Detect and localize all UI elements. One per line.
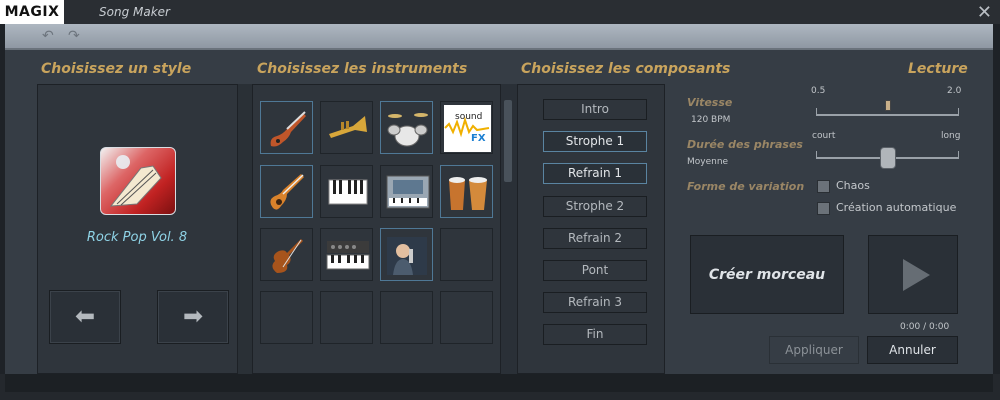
components-section-title: Choisissez les composants (521, 61, 731, 77)
component-intro[interactable]: Intro (543, 99, 647, 120)
instrument-slot-empty[interactable] (260, 291, 313, 344)
instrument-electric-guitar[interactable] (260, 101, 313, 154)
drum-kit-icon (387, 113, 428, 147)
instrument-slot-empty[interactable] (320, 291, 373, 344)
play-icon (903, 259, 930, 291)
status-strip (5, 374, 993, 392)
bongos-icon (449, 177, 487, 210)
instrument-acoustic-guitar[interactable] (260, 165, 313, 218)
instrument-slot-empty[interactable] (380, 291, 433, 344)
instrument-bongos[interactable] (440, 165, 493, 218)
instrument-trumpet[interactable] (320, 101, 373, 154)
next-style-button[interactable]: ➡ (157, 290, 229, 344)
instrument-synth-workstation[interactable] (380, 165, 433, 218)
arrow-right-icon: ➡ (182, 302, 204, 330)
instrument-scrollbar[interactable] (501, 84, 517, 374)
instrument-keyboard[interactable] (320, 165, 373, 218)
vocalist-icon (387, 237, 427, 275)
auto-create-label: Création automatique (836, 201, 957, 214)
synth-workstation-icon (386, 175, 430, 209)
time-display: 0:00 / 0:00 (900, 322, 950, 332)
phrase-length-value: Moyenne (687, 157, 729, 167)
svg-text:sound: sound (455, 112, 482, 122)
violin-icon (272, 239, 303, 273)
piano-synth-icon (326, 241, 370, 270)
tempo-slider-knob[interactable] (884, 100, 891, 111)
style-section-title: Choisissez un style (41, 61, 192, 77)
style-thumbnail[interactable] (100, 147, 176, 215)
phrase-min-label: court (812, 131, 836, 141)
trumpet-icon (329, 116, 367, 138)
instrument-sound-fx[interactable]: sound FX (440, 101, 493, 154)
component-refrain-3[interactable]: Refrain 3 (543, 292, 647, 313)
scrollbar-thumb[interactable] (504, 100, 512, 182)
playback-section-title: Lecture (908, 61, 968, 77)
tempo-min-label: 0.5 (811, 86, 826, 96)
instrument-drum-kit[interactable] (380, 101, 433, 154)
title-bar: MAGIX Song Maker ✕ (0, 0, 1000, 24)
sound-fx-icon: sound FX (444, 105, 491, 152)
instrument-piano-synth[interactable] (320, 228, 373, 281)
window-title: Song Maker (99, 5, 170, 19)
acoustic-guitar-icon (270, 174, 304, 210)
create-song-button[interactable]: Créer morceau (690, 235, 844, 314)
magix-logo: MAGIX (0, 0, 64, 24)
component-strophe-1[interactable]: Strophe 1 (543, 131, 647, 152)
electric-guitar-icon (270, 111, 306, 147)
component-refrain-1[interactable]: Refrain 1 (543, 163, 647, 184)
phrase-max-label: long (941, 131, 961, 141)
auto-create-checkbox[interactable] (817, 202, 830, 215)
instruments-section-title: Choisissez les instruments (257, 61, 468, 77)
arrow-left-icon: ⬅ (74, 302, 96, 330)
chaos-label: Chaos (836, 179, 870, 192)
panel-divider (238, 84, 252, 374)
cancel-button[interactable]: Annuler (867, 336, 958, 364)
instrument-slot-empty[interactable] (440, 291, 493, 344)
instrument-violin[interactable] (260, 228, 313, 281)
redo-icon[interactable]: ↷ (68, 29, 84, 43)
play-button[interactable] (868, 235, 958, 314)
chaos-checkbox[interactable] (817, 180, 830, 193)
component-refrain-2[interactable]: Refrain 2 (543, 228, 647, 249)
instrument-empty[interactable] (440, 228, 493, 281)
create-song-label: Créer morceau (708, 267, 826, 283)
previous-style-button[interactable]: ⬅ (49, 290, 121, 344)
close-icon[interactable]: ✕ (977, 2, 992, 23)
svg-text:FX: FX (471, 133, 486, 144)
component-fin[interactable]: Fin (543, 324, 647, 345)
phrase-length-label: Durée des phrases (687, 138, 803, 151)
instrument-vocalist[interactable] (380, 228, 433, 281)
component-strophe-2[interactable]: Strophe 2 (543, 196, 647, 217)
keyboard-icon (328, 179, 368, 205)
apply-button[interactable]: Appliquer (769, 336, 859, 364)
style-name: Rock Pop Vol. 8 (86, 230, 188, 245)
tempo-max-label: 2.0 (947, 86, 962, 96)
phrase-slider-knob[interactable] (879, 147, 896, 169)
component-pont[interactable]: Pont (543, 260, 647, 281)
tempo-value: 120 BPM (691, 115, 731, 125)
toolbar: ↶ ↷ (5, 24, 993, 50)
tempo-label: Vitesse (687, 96, 733, 109)
undo-icon[interactable]: ↶ (42, 29, 58, 43)
variation-label: Forme de variation (687, 180, 805, 193)
